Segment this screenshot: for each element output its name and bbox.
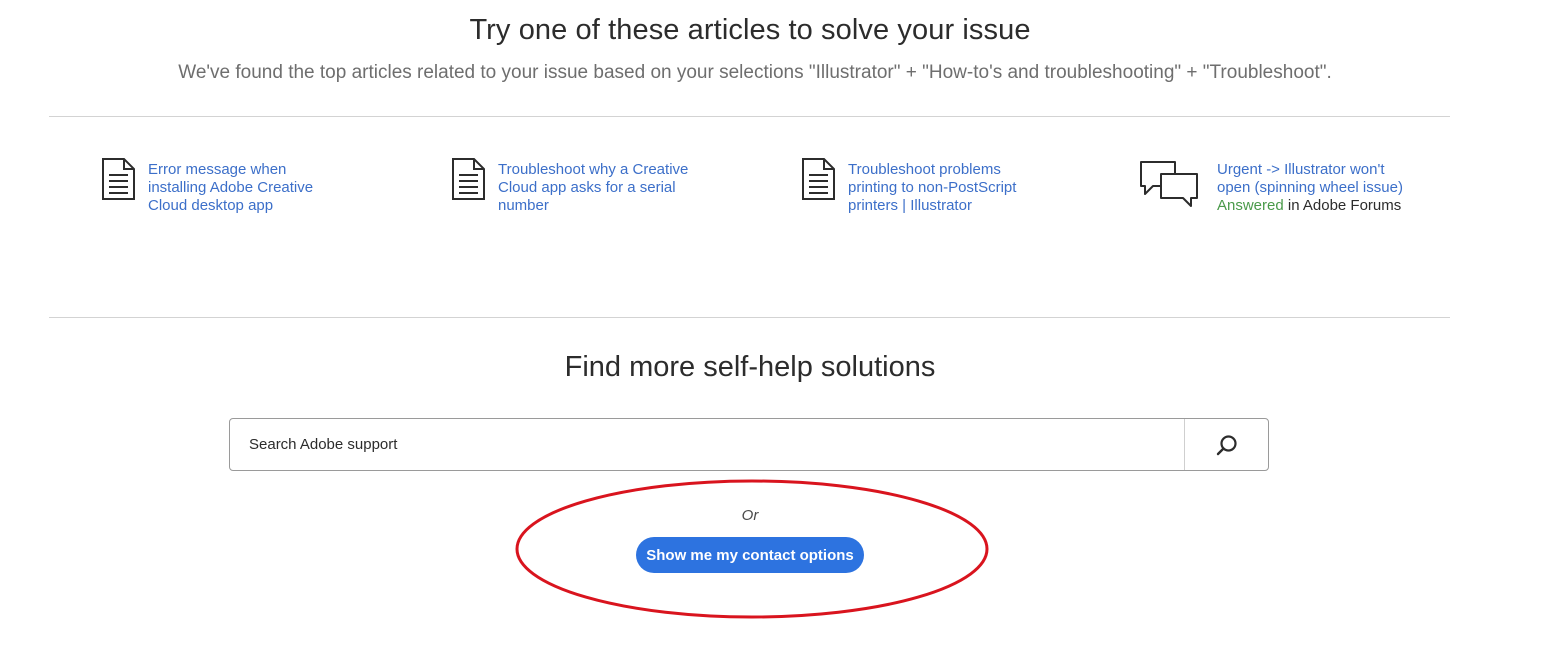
article-link[interactable]: Troubleshoot problems printing to non-Po…	[848, 161, 1016, 215]
answered-badge: Answered	[1217, 197, 1284, 214]
forum-post-link-line[interactable]: Urgent -> Illustrator won't	[1217, 161, 1403, 179]
search-icon	[1216, 434, 1237, 455]
chat-bubbles-icon	[1140, 161, 1198, 207]
forum-post-link-line[interactable]: open (spinning wheel issue)	[1217, 179, 1403, 197]
search-box	[229, 418, 1269, 471]
self-help-title: Find more self-help solutions	[564, 351, 936, 383]
bottom-divider	[49, 317, 1450, 318]
document-icon	[102, 158, 135, 200]
document-icon	[802, 158, 835, 200]
or-label: Or	[741, 507, 759, 524]
page-title: Try one of these articles to solve your …	[469, 14, 1031, 46]
article-link-line[interactable]: Troubleshoot why a Creative	[498, 161, 688, 179]
article-link[interactable]: Troubleshoot why a Creative Cloud app as…	[498, 161, 688, 215]
article-link-line[interactable]: number	[498, 197, 688, 215]
article-link-line[interactable]: printing to non-PostScript	[848, 179, 1016, 197]
article-item: Troubleshoot why a Creative Cloud app as…	[451, 158, 688, 215]
article-link-line[interactable]: Troubleshoot problems	[848, 161, 1016, 179]
forum-post-text: Urgent -> Illustrator won't open (spinni…	[1217, 161, 1403, 215]
page-subtitle: We've found the top articles related to …	[178, 62, 1332, 83]
search-input[interactable]	[230, 419, 1184, 470]
top-divider	[49, 116, 1450, 117]
article-link-line[interactable]: installing Adobe Creative	[148, 179, 313, 197]
article-link-line[interactable]: printers | Illustrator	[848, 197, 1016, 215]
article-item: Troubleshoot problems printing to non-Po…	[801, 158, 1016, 215]
document-icon	[452, 158, 485, 200]
article-link-line[interactable]: Cloud desktop app	[148, 197, 313, 215]
forum-source: in Adobe Forums	[1287, 197, 1402, 214]
search-button[interactable]	[1184, 419, 1268, 470]
show-contact-options-button[interactable]: Show me my contact options	[636, 537, 864, 573]
article-item: Error message when installing Adobe Crea…	[101, 158, 313, 215]
article-link-line[interactable]: Error message when	[148, 161, 313, 179]
article-link[interactable]: Error message when installing Adobe Crea…	[148, 161, 313, 215]
forum-post-item: Urgent -> Illustrator won't open (spinni…	[1139, 158, 1403, 215]
article-link-line[interactable]: Cloud app asks for a serial	[498, 179, 688, 197]
